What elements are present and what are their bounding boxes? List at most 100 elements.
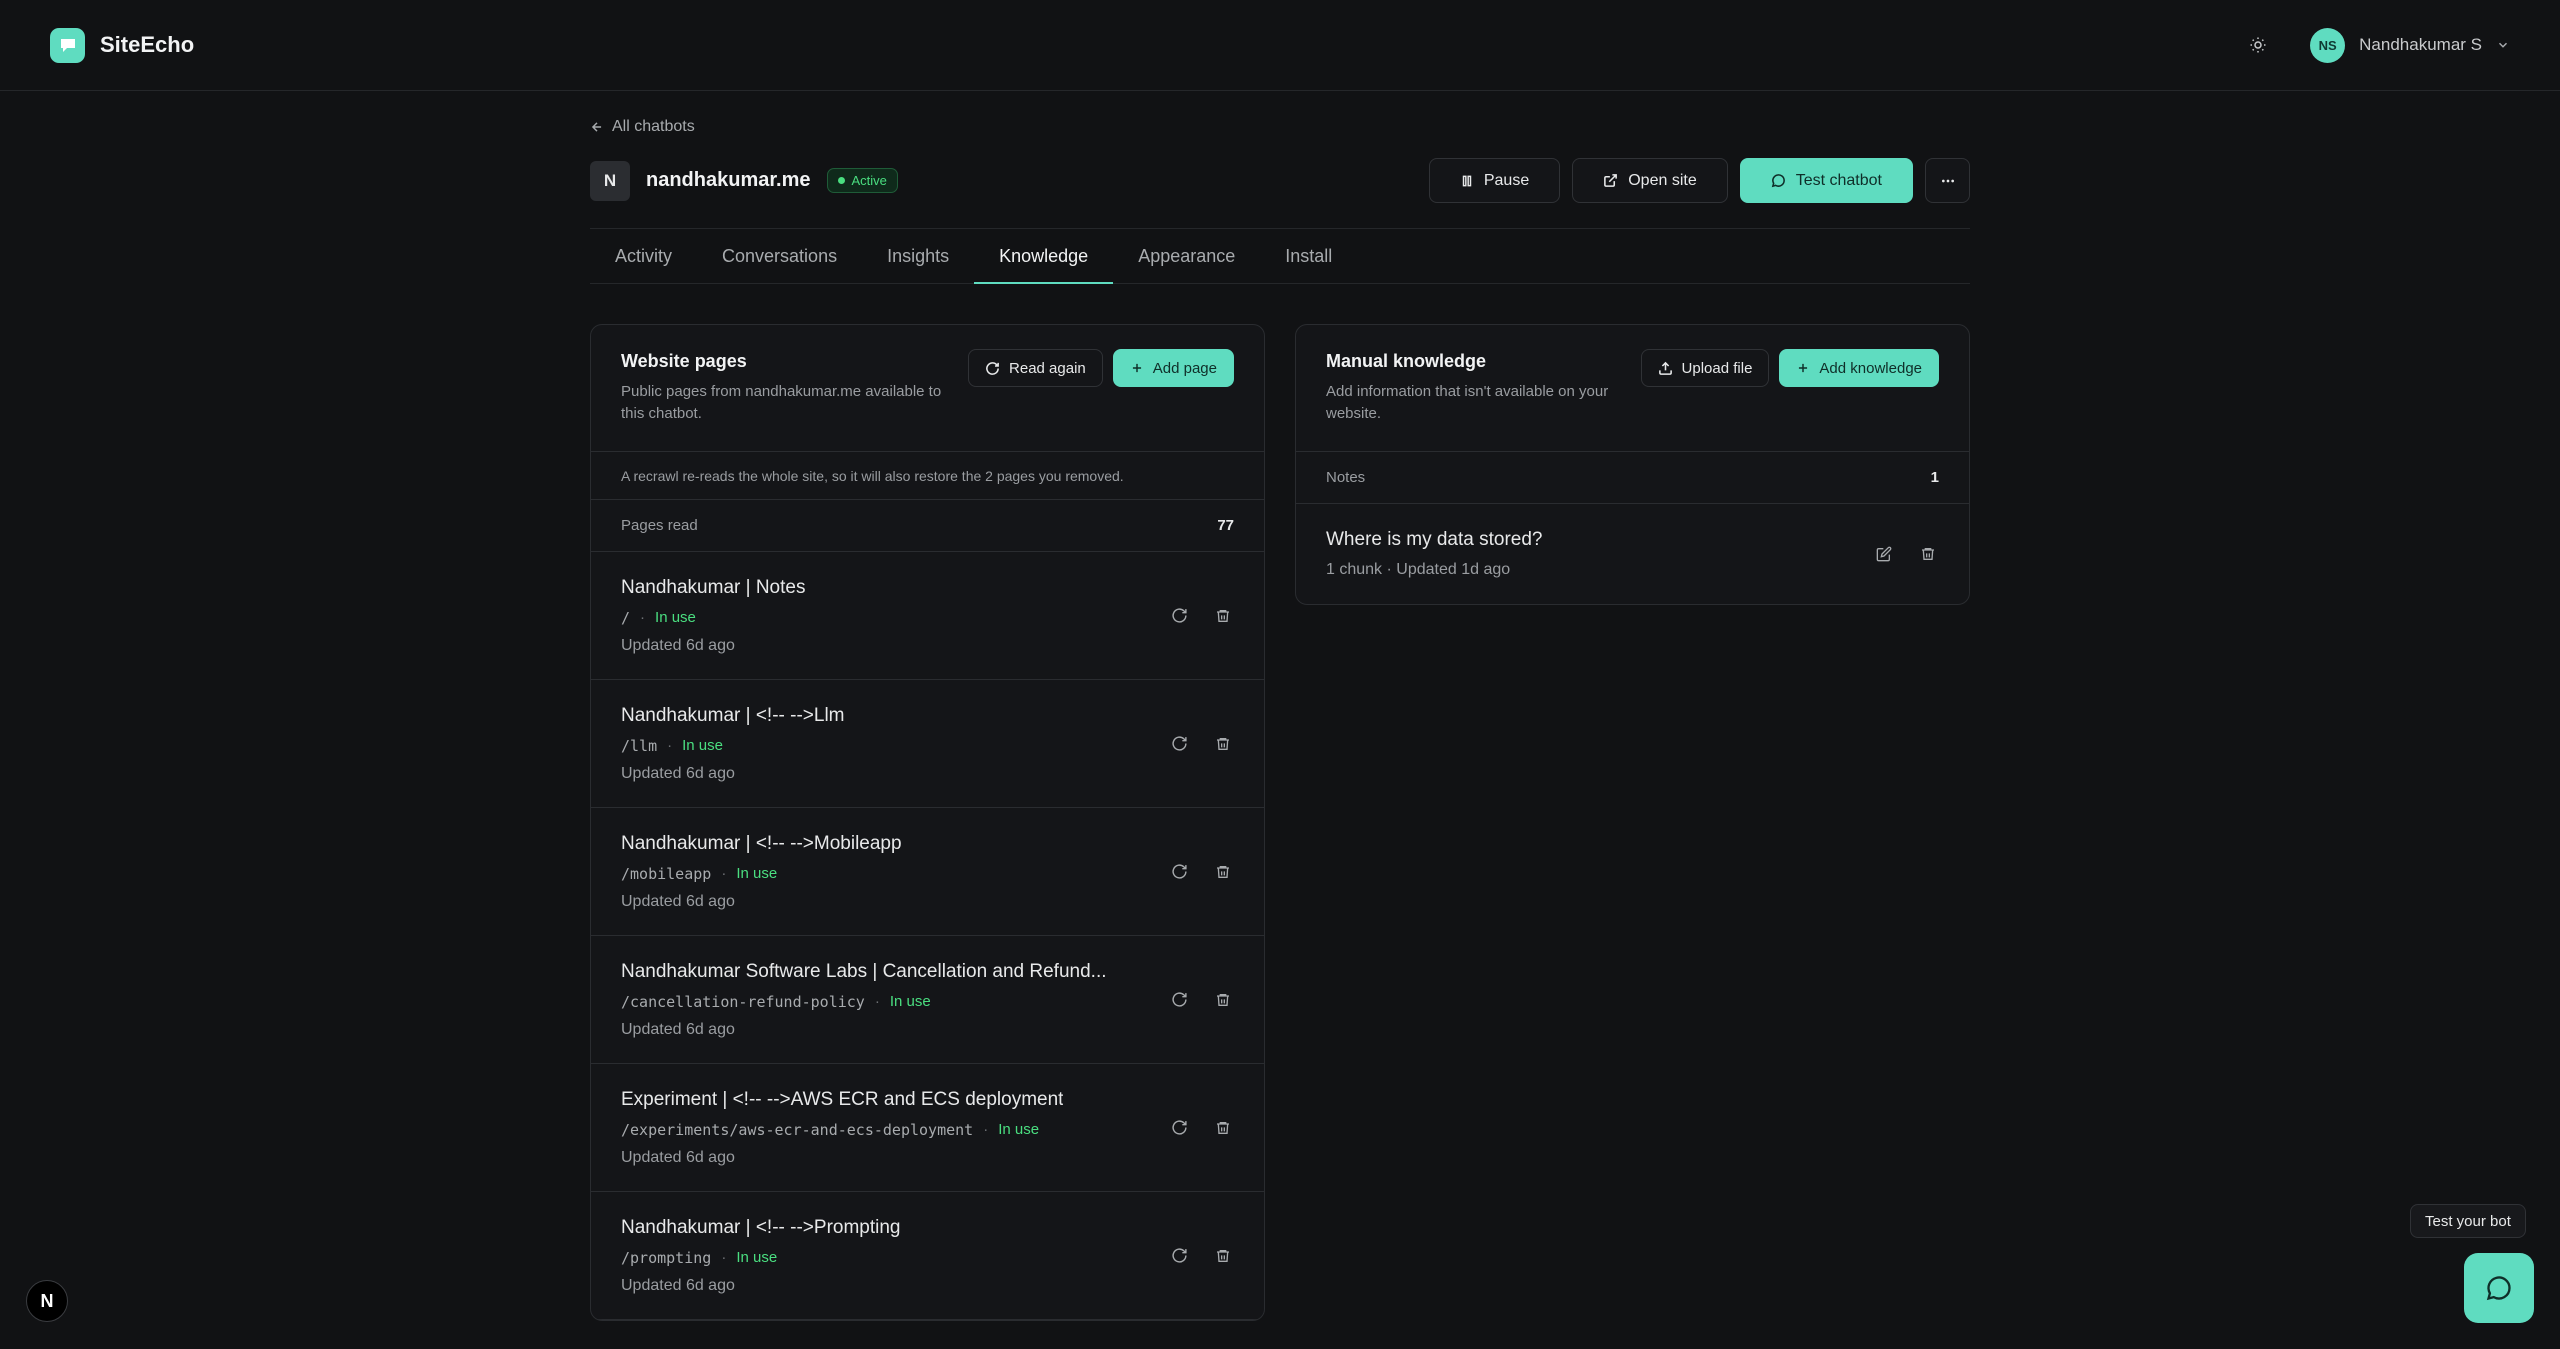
more-horizontal-icon [1940,173,1956,189]
card-description: Public pages from nandhakumar.me availab… [621,383,942,422]
page-updated: Updated 6d ago [621,636,735,654]
separator-dot: · [640,609,646,626]
pause-icon [1460,174,1474,188]
notes-count: 1 [1930,469,1939,486]
table-row[interactable]: Nandhakumar | <!-- -->Llm /llm · In use … [591,680,1264,808]
refresh-icon[interactable] [1168,861,1190,883]
page-meta: /cancellation-refund-policy · In use [621,993,1107,1011]
more-options-button[interactable] [1925,158,1970,203]
edit-icon[interactable] [1873,543,1895,565]
table-row[interactable]: Nandhakumar | <!-- -->Mobileapp /mobilea… [591,808,1264,936]
add-page-label: Add page [1152,359,1217,377]
notes-row: Notes 1 [1296,452,1969,504]
bot-avatar: N [590,160,630,201]
bot-name: nandhakumar.me [646,169,811,191]
trash-icon[interactable] [1212,733,1234,755]
separator-dot: · [874,993,880,1010]
table-row[interactable]: Nandhakumar | <!-- -->Prompting /prompti… [591,1192,1264,1320]
tab-knowledge[interactable]: Knowledge [974,229,1114,284]
card-title: Manual knowledge [1326,351,1487,371]
separator-dot: · [721,1249,727,1266]
note-meta: 1 chunk · Updated 1d ago [1326,561,1511,578]
trash-icon[interactable] [1212,1117,1234,1139]
note-title: Where is my data stored? [1326,529,1543,550]
trash-icon[interactable] [1212,861,1234,883]
page-updated: Updated 6d ago [621,1276,735,1294]
pages-read-row: Pages read 77 [591,500,1264,552]
trash-icon[interactable] [1212,1245,1234,1267]
test-chatbot-label: Test chatbot [1795,171,1882,189]
page-path: /experiments/aws-ecr-and-ecs-deployment [621,1120,974,1139]
open-site-label: Open site [1628,171,1697,189]
page-status: In use [998,1121,1040,1138]
add-page-button[interactable]: Add page [1112,349,1234,387]
card-description: Add information that isn't available on … [1326,383,1609,422]
recrawl-note: A recrawl re-reads the whole site, so it… [591,452,1264,500]
manual-knowledge-card: Manual knowledge Add information that is… [1295,324,1970,605]
main-content: All chatbots N nandhakumar.me Active Pau… [590,91,1970,1321]
separator-dot: · [983,1121,989,1138]
refresh-icon [985,361,1000,376]
page-status: In use [682,737,723,754]
separator-dot: · [721,865,727,882]
page-title: Nandhakumar | Notes [621,576,806,598]
upload-file-label: Upload file [1681,359,1753,377]
status-dot-icon [837,177,845,184]
page-path: /cancellation-refund-policy [621,992,865,1011]
page-status: In use [736,865,778,882]
trash-icon[interactable] [1917,543,1939,565]
page-path: / [621,608,631,627]
refresh-icon[interactable] [1168,1245,1190,1267]
website-pages-card: Website pages Public pages from nandhaku… [590,324,1265,1321]
dev-badge[interactable]: N [26,1280,68,1322]
add-knowledge-label: Add knowledge [1819,359,1922,377]
refresh-icon[interactable] [1168,733,1190,755]
brand[interactable]: SiteEcho [50,27,194,63]
pages-read-label: Pages read [621,517,698,534]
tab-activity[interactable]: Activity [590,229,697,283]
back-label: All chatbots [612,118,695,135]
add-knowledge-button[interactable]: Add knowledge [1779,349,1939,387]
trash-icon[interactable] [1212,605,1234,627]
table-row[interactable]: Nandhakumar | Notes / · In use Updated 6… [591,552,1264,680]
pause-button[interactable]: Pause [1428,158,1561,203]
tab-install[interactable]: Install [1260,229,1357,283]
top-bar: SiteEcho NS Nandhakumar S [0,0,2560,91]
user-name: Nandhakumar S [2359,35,2482,54]
upload-icon [1658,361,1673,376]
trash-icon[interactable] [1212,989,1234,1011]
pages-read-count: 77 [1217,517,1234,534]
list-item[interactable]: Where is my data stored? 1 chunk · Updat… [1296,504,1969,604]
page-title: Nandhakumar | <!-- -->Mobileapp [621,832,902,854]
status-label: Active [851,173,887,188]
page-meta: / · In use [621,609,805,627]
page-status: In use [736,1249,778,1266]
page-path: /prompting [621,1248,712,1267]
table-row[interactable]: Nandhakumar Software Labs | Cancellation… [591,936,1264,1064]
tab-conversations[interactable]: Conversations [697,229,862,283]
page-title: Nandhakumar | <!-- -->Llm [621,704,845,726]
separator-dot: · [667,737,673,754]
table-row[interactable]: Experiment | <!-- -->AWS ECR and ECS dep… [591,1064,1264,1192]
tab-insights[interactable]: Insights [862,229,974,283]
back-link[interactable]: All chatbots [590,116,1970,138]
refresh-icon[interactable] [1168,605,1190,627]
chat-widget-button[interactable] [2464,1253,2534,1323]
page-title: Experiment | <!-- -->AWS ECR and ECS dep… [621,1088,1064,1110]
page-updated: Updated 6d ago [621,892,735,910]
upload-file-button[interactable]: Upload file [1640,349,1770,387]
tab-appearance[interactable]: Appearance [1113,229,1260,283]
chat-bubble-icon [1771,173,1786,188]
chevron-down-icon [2496,38,2510,52]
page-meta: /experiments/aws-ecr-and-ecs-deployment … [621,1121,1063,1139]
refresh-icon[interactable] [1168,1117,1190,1139]
page-title: Nandhakumar Software Labs | Cancellation… [621,960,1107,982]
open-site-button[interactable]: Open site [1572,158,1728,203]
page-status: In use [655,609,696,626]
test-chatbot-button[interactable]: Test chatbot [1739,158,1913,203]
refresh-icon[interactable] [1168,989,1190,1011]
user-menu[interactable]: NS Nandhakumar S [2310,27,2510,63]
theme-toggle-sun-icon[interactable] [2240,27,2276,63]
read-again-button[interactable]: Read again [968,349,1103,387]
page-meta: /mobileapp · In use [621,865,902,883]
